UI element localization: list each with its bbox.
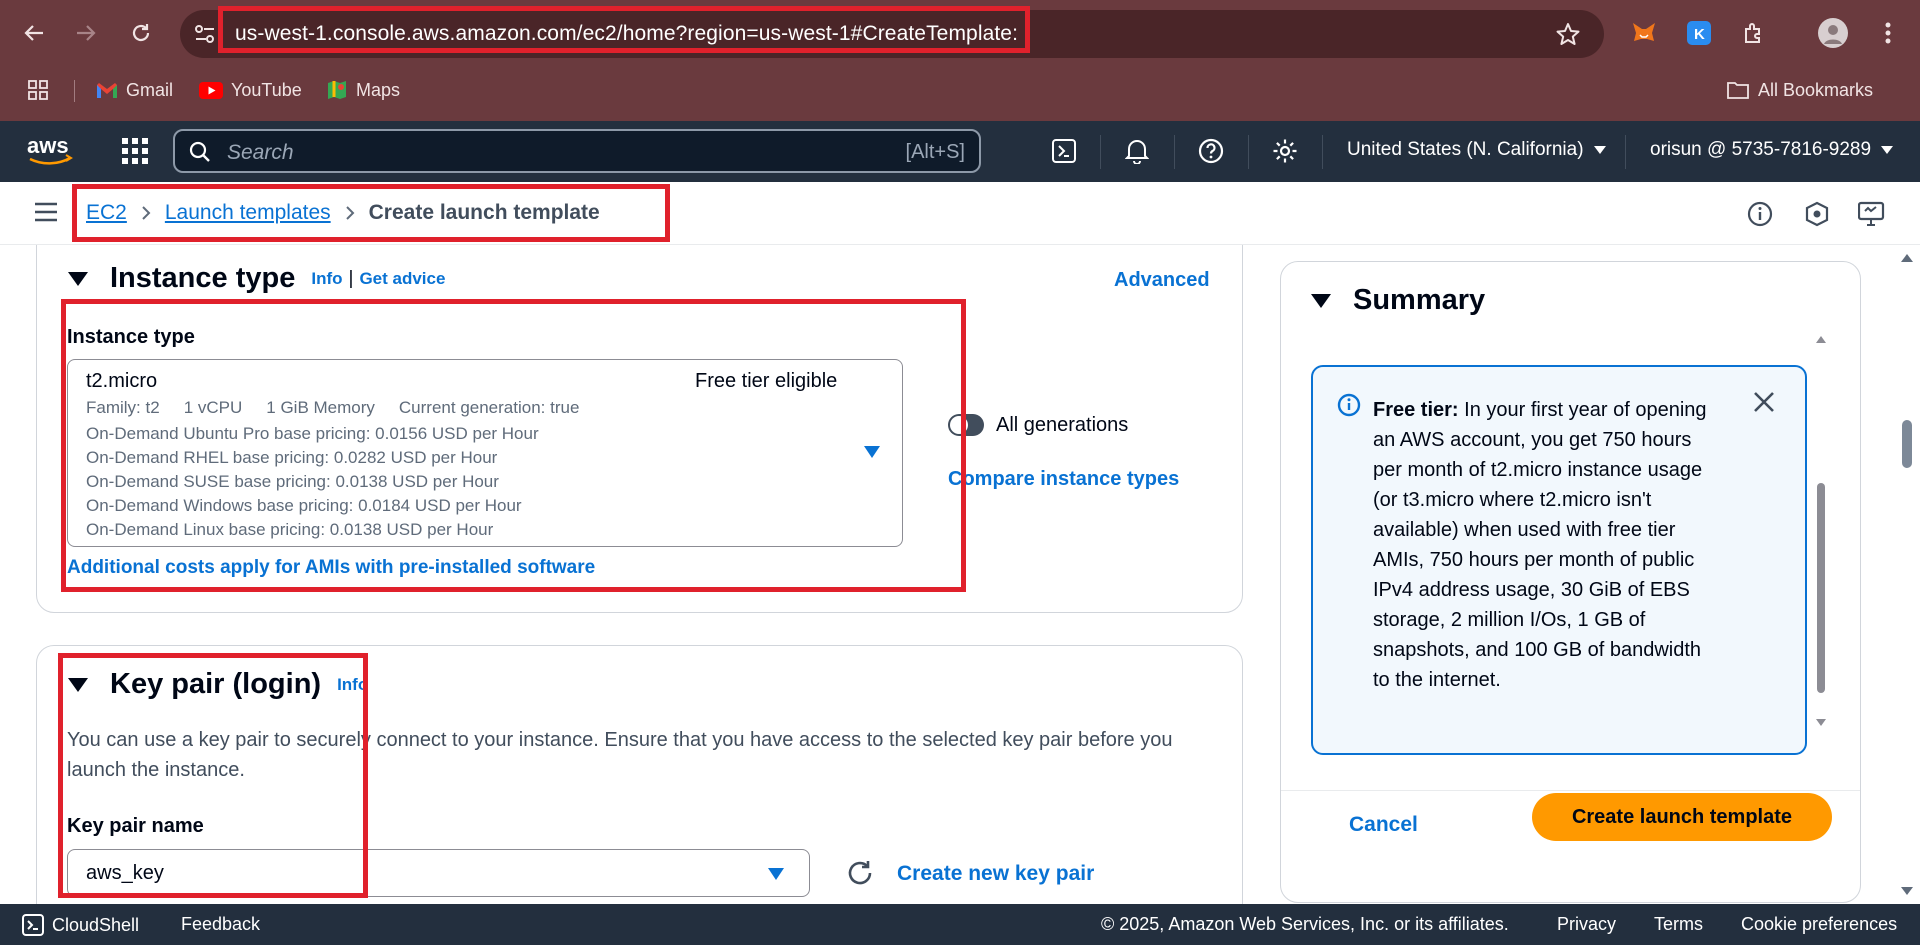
close-icon[interactable] bbox=[1753, 391, 1775, 413]
summary-scrollbar[interactable] bbox=[1814, 331, 1828, 731]
aws-logo[interactable]: aws bbox=[26, 133, 74, 167]
security-shield-icon[interactable] bbox=[1803, 200, 1831, 228]
terms-link[interactable]: Terms bbox=[1654, 914, 1703, 935]
gmail-icon bbox=[97, 82, 117, 98]
separator: | bbox=[348, 267, 354, 289]
feedback-link[interactable]: Feedback bbox=[181, 914, 260, 935]
bookmarks-divider bbox=[74, 80, 75, 102]
bookmark-label: Maps bbox=[356, 79, 401, 100]
metamask-extension-icon[interactable] bbox=[1628, 17, 1660, 49]
dropdown-caret-icon[interactable] bbox=[768, 868, 784, 880]
search-shortcut-hint: [Alt+S] bbox=[905, 141, 965, 163]
annotation-box-key-pair bbox=[58, 653, 368, 898]
bookmark-youtube[interactable]: YouTube bbox=[199, 76, 302, 104]
forward-button[interactable] bbox=[70, 17, 102, 49]
arrow-right-icon bbox=[77, 25, 96, 41]
summary-panel: Summary Free tier: In your first year of… bbox=[1280, 261, 1861, 903]
hamburger-menu-icon[interactable] bbox=[34, 202, 58, 222]
bookmark-maps[interactable]: Maps bbox=[326, 76, 400, 104]
refresh-icon[interactable] bbox=[846, 859, 874, 887]
nav-divider bbox=[1248, 135, 1249, 169]
section-title: Summary bbox=[1353, 284, 1486, 316]
aws-top-nav: aws Search [Alt+S] United States (N. Cal… bbox=[0, 121, 1920, 182]
annotation-box-breadcrumb bbox=[72, 184, 670, 242]
help-icon[interactable] bbox=[1196, 136, 1226, 166]
info-panel-icon[interactable] bbox=[1746, 200, 1774, 228]
create-new-key-pair-link[interactable]: Create new key pair bbox=[897, 862, 1094, 886]
arrow-left-icon bbox=[24, 25, 43, 41]
nav-divider bbox=[1174, 135, 1175, 169]
bookmark-star-icon[interactable] bbox=[1556, 22, 1580, 46]
summary-heading[interactable]: Summary bbox=[1311, 284, 1485, 317]
region-selector[interactable]: United States (N. California) bbox=[1347, 139, 1606, 161]
bookmark-label: Gmail bbox=[126, 79, 174, 100]
cookie-preferences-link[interactable]: Cookie preferences bbox=[1741, 914, 1897, 935]
region-label: United States (N. California) bbox=[1347, 139, 1584, 160]
bookmarks-bar: Gmail YouTube Maps All Bookmarks bbox=[0, 70, 1920, 110]
free-tier-label: Free tier: bbox=[1373, 399, 1459, 421]
cloudshell-icon[interactable] bbox=[1049, 136, 1079, 166]
back-button[interactable] bbox=[18, 17, 50, 49]
reload-button[interactable] bbox=[125, 17, 157, 49]
account-menu[interactable]: orisun @ 5735-7816-9289 bbox=[1650, 139, 1894, 161]
maps-icon bbox=[328, 81, 346, 99]
page-scrollbar[interactable] bbox=[1898, 247, 1916, 902]
youtube-icon bbox=[199, 81, 223, 99]
reload-icon bbox=[132, 24, 150, 42]
summary-divider bbox=[1281, 790, 1860, 791]
privacy-link[interactable]: Privacy bbox=[1557, 914, 1616, 935]
notifications-bell-icon[interactable] bbox=[1122, 136, 1152, 166]
svg-text:aws: aws bbox=[27, 133, 69, 158]
collapse-caret-icon[interactable] bbox=[1311, 293, 1331, 308]
cancel-button[interactable]: Cancel bbox=[1349, 813, 1418, 837]
site-settings-icon[interactable] bbox=[194, 24, 216, 44]
caret-down-icon bbox=[1881, 146, 1894, 154]
advanced-link[interactable]: Advanced bbox=[1114, 269, 1210, 292]
console-footer: CloudShell Feedback © 2025, Amazon Web S… bbox=[0, 904, 1920, 945]
apps-icon[interactable] bbox=[28, 76, 48, 104]
annotation-box-url bbox=[218, 6, 1030, 53]
k-extension-icon[interactable]: K bbox=[1683, 17, 1715, 49]
info-circle-icon bbox=[1337, 393, 1361, 417]
collapse-caret-icon[interactable] bbox=[68, 271, 88, 286]
settings-gear-icon[interactable] bbox=[1270, 136, 1300, 166]
account-label: orisun @ 5735-7816-9289 bbox=[1650, 139, 1872, 160]
instance-type-heading[interactable]: Instance type Info | Get advice bbox=[68, 262, 445, 295]
svg-text:K: K bbox=[1694, 26, 1705, 43]
create-launch-template-button[interactable]: Create launch template bbox=[1532, 793, 1832, 841]
section-title: Instance type bbox=[110, 262, 296, 294]
nav-divider bbox=[1100, 135, 1101, 169]
profile-avatar[interactable] bbox=[1817, 17, 1849, 49]
caret-down-icon bbox=[1593, 146, 1606, 154]
folder-icon bbox=[1727, 82, 1749, 99]
nav-divider bbox=[1625, 135, 1626, 169]
all-bookmarks-label: All Bookmarks bbox=[1758, 79, 1874, 100]
browser-menu-icon[interactable] bbox=[1872, 17, 1904, 49]
annotation-box-instance-type bbox=[61, 299, 966, 592]
cloudshell-icon bbox=[22, 914, 44, 936]
all-generations-label: All generations bbox=[996, 414, 1129, 436]
screen-tools-icon[interactable] bbox=[1858, 200, 1886, 228]
cloudshell-button[interactable]: CloudShell bbox=[22, 914, 139, 936]
get-advice-link[interactable]: Get advice bbox=[359, 269, 445, 289]
bookmark-gmail[interactable]: Gmail bbox=[96, 76, 173, 104]
info-link[interactable]: Info bbox=[311, 269, 342, 289]
copyright-text: © 2025, Amazon Web Services, Inc. or its… bbox=[1101, 914, 1509, 934]
nav-divider bbox=[1322, 135, 1323, 169]
search-icon bbox=[189, 141, 211, 163]
compare-instance-types-link[interactable]: Compare instance types bbox=[948, 468, 1179, 491]
free-tier-text: In your first year of opening an AWS acc… bbox=[1373, 399, 1707, 691]
free-tier-message: Free tier: In your first year of opening… bbox=[1373, 395, 1713, 695]
bookmark-label: YouTube bbox=[231, 79, 302, 100]
all-bookmarks[interactable]: All Bookmarks bbox=[1726, 76, 1873, 104]
aws-search-input[interactable]: Search [Alt+S] bbox=[173, 129, 981, 173]
extensions-icon[interactable] bbox=[1738, 17, 1770, 49]
services-menu-icon[interactable] bbox=[122, 138, 148, 164]
cloudshell-label: CloudShell bbox=[52, 914, 140, 935]
free-tier-alert: Free tier: In your first year of opening… bbox=[1311, 365, 1807, 755]
search-placeholder: Search bbox=[227, 141, 294, 164]
